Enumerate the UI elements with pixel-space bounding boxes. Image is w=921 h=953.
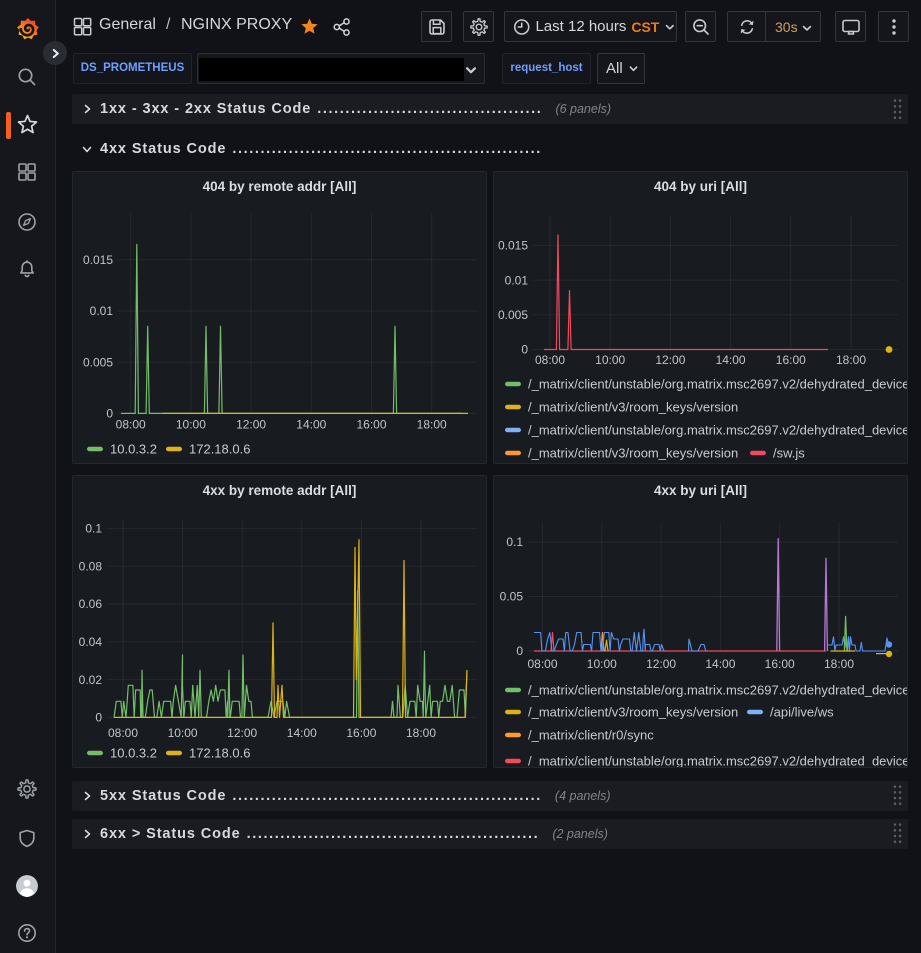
svg-text:16:00: 16:00 [356, 418, 386, 432]
svg-text:/_matrix/client/v3/room_keys/v: /_matrix/client/v3/room_keys/version [528, 400, 738, 415]
svg-text:/_matrix/client/v3/room_keys/v: /_matrix/client/v3/room_keys/version [528, 446, 738, 461]
svg-text:/_matrix/client/unstable/org.m: /_matrix/client/unstable/org.matrix.msc2… [528, 423, 907, 438]
svg-text:0.005: 0.005 [83, 355, 113, 369]
svg-text:10:00: 10:00 [168, 726, 198, 740]
svg-text:/_matrix/client/unstable/org.m: /_matrix/client/unstable/org.matrix.msc2… [528, 683, 907, 698]
svg-text:10:00: 10:00 [595, 353, 625, 367]
svg-text:0.015: 0.015 [498, 239, 528, 253]
svg-text:/_matrix/client/r0/sync: /_matrix/client/r0/sync [528, 728, 654, 743]
svg-text:/_matrix/client/v3/room_keys/v: /_matrix/client/v3/room_keys/version [528, 705, 738, 720]
svg-text:18:00: 18:00 [417, 418, 447, 432]
svg-text:0.015: 0.015 [83, 253, 113, 267]
svg-text:0.04: 0.04 [79, 635, 103, 649]
svg-text:0.05: 0.05 [500, 590, 524, 604]
svg-text:12:00: 12:00 [227, 726, 257, 740]
svg-text:0: 0 [106, 407, 113, 421]
svg-text:12:00: 12:00 [236, 418, 266, 432]
svg-text:0.1: 0.1 [506, 535, 523, 549]
svg-text:10.0.3.2: 10.0.3.2 [110, 442, 157, 457]
svg-text:16:00: 16:00 [765, 657, 795, 671]
svg-text:172.18.0.6: 172.18.0.6 [189, 442, 250, 457]
svg-text:/sw.js: /sw.js [773, 446, 805, 461]
svg-text:08:00: 08:00 [527, 657, 557, 671]
svg-text:0.005: 0.005 [498, 308, 528, 322]
svg-text:18:00: 18:00 [406, 726, 436, 740]
svg-text:0.06: 0.06 [79, 597, 103, 611]
svg-text:0.08: 0.08 [79, 559, 103, 573]
svg-text:14:00: 14:00 [705, 657, 735, 671]
svg-text:/_matrix/client/unstable/org.m: /_matrix/client/unstable/org.matrix.msc2… [528, 754, 907, 767]
svg-text:/api/live/ws: /api/live/ws [770, 705, 834, 720]
svg-text:/_matrix/client/unstable/org.m: /_matrix/client/unstable/org.matrix.msc2… [528, 377, 907, 392]
svg-text:16:00: 16:00 [346, 726, 376, 740]
svg-text:0: 0 [521, 343, 528, 357]
svg-text:14:00: 14:00 [287, 726, 317, 740]
svg-text:172.18.0.6: 172.18.0.6 [189, 746, 250, 761]
svg-text:08:00: 08:00 [535, 353, 565, 367]
svg-text:10:00: 10:00 [587, 657, 617, 671]
svg-text:18:00: 18:00 [836, 353, 866, 367]
svg-text:0: 0 [516, 644, 523, 658]
svg-text:10:00: 10:00 [176, 418, 206, 432]
svg-text:18:00: 18:00 [824, 657, 854, 671]
svg-text:08:00: 08:00 [116, 418, 146, 432]
svg-text:0.01: 0.01 [90, 304, 114, 318]
svg-text:16:00: 16:00 [776, 353, 806, 367]
svg-text:14:00: 14:00 [716, 353, 746, 367]
svg-text:10.0.3.2: 10.0.3.2 [110, 746, 157, 761]
svg-text:12:00: 12:00 [646, 657, 676, 671]
svg-text:08:00: 08:00 [108, 726, 138, 740]
svg-text:0: 0 [95, 711, 102, 725]
svg-text:0.02: 0.02 [79, 673, 103, 687]
svg-text:0.1: 0.1 [85, 522, 102, 536]
svg-text:14:00: 14:00 [296, 418, 326, 432]
svg-text:0.01: 0.01 [505, 273, 529, 287]
svg-text:12:00: 12:00 [655, 353, 685, 367]
